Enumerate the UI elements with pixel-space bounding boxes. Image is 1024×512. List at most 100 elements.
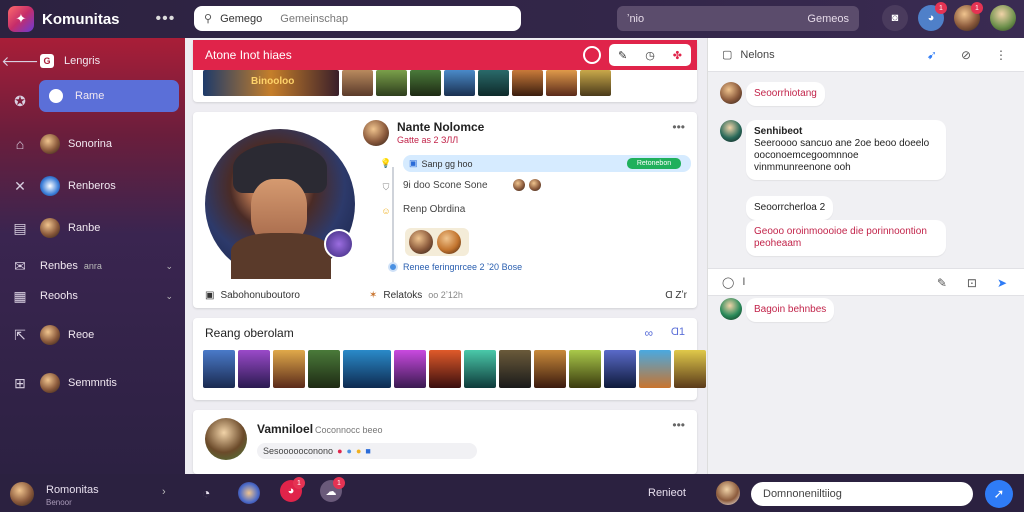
friend-avatar[interactable] <box>238 482 260 504</box>
gallery-thumb[interactable] <box>499 350 531 388</box>
info-pill-text: Sanp gg hoo <box>421 158 473 169</box>
author-avatar[interactable] <box>363 120 389 146</box>
profile-line-4[interactable]: Renee feringnrcee 2 ʼ20 Bose <box>403 262 522 272</box>
sidebar-item-renbes[interactable]: ✉ Renbes anra ⌄ <box>0 250 185 282</box>
sidebar-item-label: Lengris <box>64 55 101 67</box>
attach-icon[interactable]: ⊘ <box>961 48 971 62</box>
group-icon[interactable]: ☁ 1 <box>320 477 345 502</box>
sidebar-item-star[interactable]: ✪ <box>0 85 40 117</box>
top-filter-pill[interactable]: ʼnio Gemeos <box>617 6 859 31</box>
user-avatar[interactable] <box>990 5 1016 31</box>
sidebar-item-semmntis[interactable]: ⊞ Semmntis <box>0 367 185 399</box>
current-user-avatar[interactable] <box>10 482 34 506</box>
folder-icon: ▦ <box>13 287 27 304</box>
chat-avatar[interactable] <box>720 298 742 320</box>
gallery-thumb[interactable] <box>394 350 426 388</box>
level-badge-icon <box>324 229 354 259</box>
chevron-down-icon[interactable]: ⌄ <box>165 261 173 272</box>
gallery-thumb[interactable] <box>308 350 340 388</box>
gift-icon[interactable]: ✤ <box>673 49 682 62</box>
search-input[interactable]: Gemego <box>220 13 262 25</box>
emoji-icon[interactable]: ◯ <box>722 276 734 289</box>
camera-icon[interactable]: ◙ <box>882 5 908 31</box>
gallery-thumb[interactable] <box>238 350 270 388</box>
hero-thumb[interactable] <box>342 70 373 96</box>
timeline-line <box>392 167 394 269</box>
profile-footer-left[interactable]: ▣ Sabohonuboutoro <box>205 290 300 301</box>
gallery-thumb[interactable] <box>273 350 305 388</box>
profile-footer-mid[interactable]: ✶ Relatoks oo 2ʼ12h <box>369 290 463 301</box>
chat-compose-bar[interactable]: ◯ I ✎ ⊡ ➤ <box>708 268 1024 296</box>
edit-icon[interactable]: ✎ <box>937 276 947 290</box>
send-button[interactable]: ➚ <box>985 480 1013 508</box>
gallery-count[interactable]: Ɑ1 <box>671 326 685 338</box>
emoji-icon: ☺ <box>381 206 391 216</box>
info-pill-button[interactable]: Retonebon <box>627 158 681 169</box>
gallery-thumb[interactable] <box>639 350 671 388</box>
send-icon[interactable]: ➤ <box>997 276 1007 290</box>
chat-avatar[interactable] <box>720 120 742 142</box>
profile-footer-icon: ▣ <box>205 290 215 301</box>
gallery-thumb[interactable] <box>534 350 566 388</box>
hero-thumb[interactable] <box>410 70 441 96</box>
sidebar-item-home[interactable]: ⌂ Sonorina <box>0 128 185 160</box>
sidebar-item-ranbe[interactable]: ▤ Ranbe <box>0 212 185 244</box>
sidebar-item-rame[interactable]: Rame <box>39 80 179 112</box>
mail-icon: ✉ <box>14 257 26 274</box>
status-icon[interactable]: ◔ <box>202 485 210 501</box>
friends-group[interactable] <box>405 228 469 256</box>
gallery-thumb[interactable] <box>569 350 601 388</box>
app-logo-icon[interactable]: ✦ <box>8 6 34 32</box>
hero-thumb[interactable] <box>512 70 543 96</box>
pin-icon[interactable]: ➹ <box>927 48 937 62</box>
hero-banner[interactable]: Binooloo <box>203 70 339 96</box>
sidebar-item-back[interactable]: 🡐 G Lengris <box>0 45 185 77</box>
hero-thumb[interactable] <box>478 70 509 96</box>
post-author-avatar[interactable] <box>205 418 247 460</box>
friend-avatar[interactable]: 1 <box>954 2 983 31</box>
edit-icon[interactable]: ✎ <box>618 49 627 62</box>
sticker-icon[interactable]: ⊡ <box>967 276 977 290</box>
message-input[interactable]: Domnoneniltiiog <box>751 482 973 506</box>
gallery-thumb[interactable] <box>429 350 461 388</box>
gallery-thumb[interactable] <box>343 350 391 388</box>
profile-footer-right[interactable]: Ɑ Zʼr <box>665 290 687 301</box>
info-pill[interactable]: ▣ Sanp gg hoo Retonebon <box>403 155 691 172</box>
hero-thumb[interactable] <box>546 70 577 96</box>
chat-icon: ▢ <box>722 49 733 61</box>
sidebar-item-label: Rame <box>75 90 105 102</box>
gallery-thumb[interactable] <box>674 350 706 388</box>
chat-avatar[interactable] <box>720 82 742 104</box>
post-reactions[interactable]: Sesoooooconono ● ● ● ■ <box>257 443 477 459</box>
post-author-name[interactable]: Vamniloel <box>257 422 313 436</box>
sidebar-item-renberos[interactable]: ✕ Renberos <box>0 170 185 202</box>
search-bar[interactable]: ⚲ Gemego Gemeinschap <box>194 6 521 31</box>
profile-more-button[interactable]: ••• <box>672 120 685 134</box>
profile-footer-mid-time: oo 2ʼ12h <box>428 290 463 300</box>
chat-message: Seoorrcherloa 2 <box>746 196 834 220</box>
clock-icon[interactable]: ◷ <box>645 49 655 62</box>
profile-name[interactable]: Nante Nolomce <box>397 120 484 134</box>
chevron-right-icon[interactable]: › <box>162 486 166 498</box>
notifications-icon[interactable]: ◕ 1 <box>918 2 947 31</box>
chat-partner-avatar[interactable] <box>716 481 740 505</box>
more-menu-button[interactable]: ••• <box>156 10 176 28</box>
more-vert-icon[interactable]: ⋮ <box>995 48 1007 62</box>
link-icon[interactable]: ∞ <box>644 326 653 340</box>
profile-line-3: Renp Obrdina <box>403 204 466 215</box>
gallery-thumb[interactable] <box>203 350 235 388</box>
sidebar-item-reoohs[interactable]: ▦ Reoohs ⌄ <box>0 280 185 312</box>
gallery-thumb[interactable] <box>604 350 636 388</box>
chat-message-bubble: Geooo oroinmoooioe die porinnoontion peo… <box>746 220 946 256</box>
hero-thumb[interactable] <box>376 70 407 96</box>
gallery-thumb[interactable] <box>464 350 496 388</box>
post-more-button[interactable]: ••• <box>672 418 685 432</box>
record-icon[interactable] <box>583 46 601 64</box>
hero-thumb[interactable] <box>580 70 611 96</box>
sidebar-item-label: Renbes <box>40 260 78 272</box>
alert-icon[interactable]: ◕ 1 <box>280 477 305 502</box>
sidebar-avatar <box>40 373 60 393</box>
hero-thumb[interactable] <box>444 70 475 96</box>
chevron-down-icon[interactable]: ⌄ <box>165 291 173 302</box>
sidebar-item-reoe[interactable]: ⇱ Reoe <box>0 319 185 351</box>
